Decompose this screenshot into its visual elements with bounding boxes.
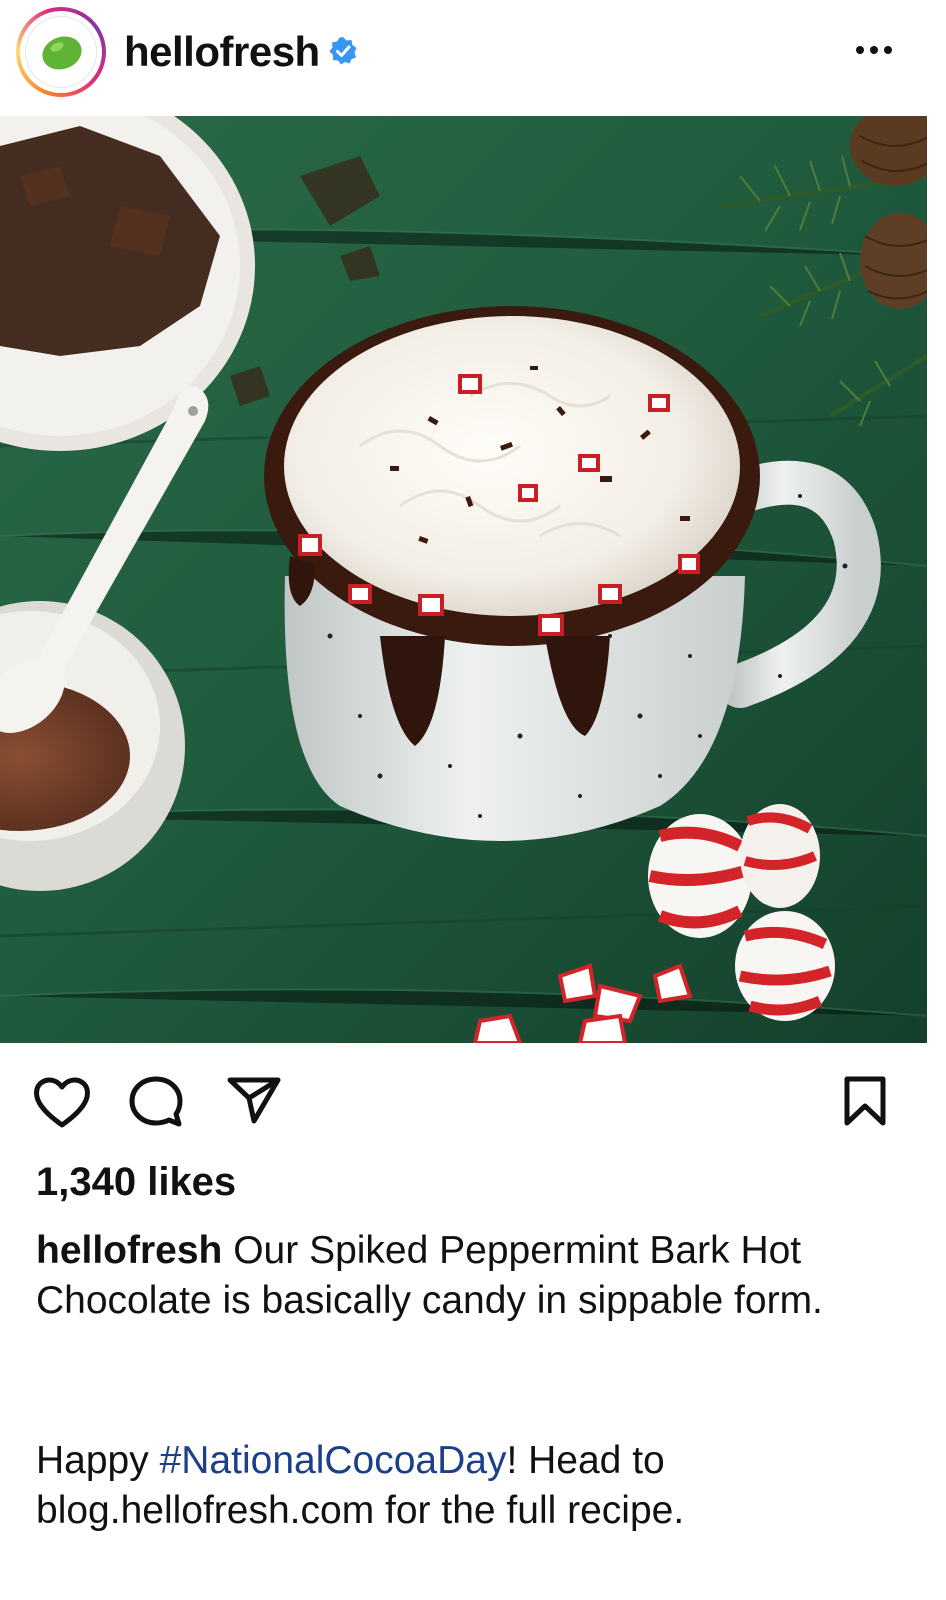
caption: hellofresh Our Spiked Peppermint Bark Ho…	[36, 1226, 896, 1326]
hot-chocolate-photo	[0, 116, 927, 1043]
username[interactable]: hellofresh	[124, 28, 320, 76]
caption-username[interactable]: hellofresh	[36, 1229, 222, 1272]
comment-icon[interactable]	[128, 1075, 184, 1129]
post-photo[interactable]	[0, 116, 927, 1043]
send-icon[interactable]	[226, 1075, 282, 1125]
bookmark-icon[interactable]	[842, 1075, 888, 1127]
lime-logo-icon	[42, 36, 82, 70]
story-ring[interactable]	[16, 7, 106, 97]
post-header: hellofresh	[0, 0, 946, 116]
avatar[interactable]	[25, 16, 97, 88]
caption-secondary: Happy #NationalCocoaDay! Head to blog.he…	[36, 1436, 916, 1536]
verified-badge-icon	[329, 37, 357, 65]
heart-icon[interactable]	[32, 1075, 92, 1129]
caption-line2-prefix: Happy	[36, 1439, 160, 1482]
hashtag-link[interactable]: #NationalCocoaDay	[160, 1439, 507, 1482]
more-options-icon[interactable]	[852, 38, 896, 62]
likes-count[interactable]: 1,340 likes	[36, 1160, 236, 1205]
